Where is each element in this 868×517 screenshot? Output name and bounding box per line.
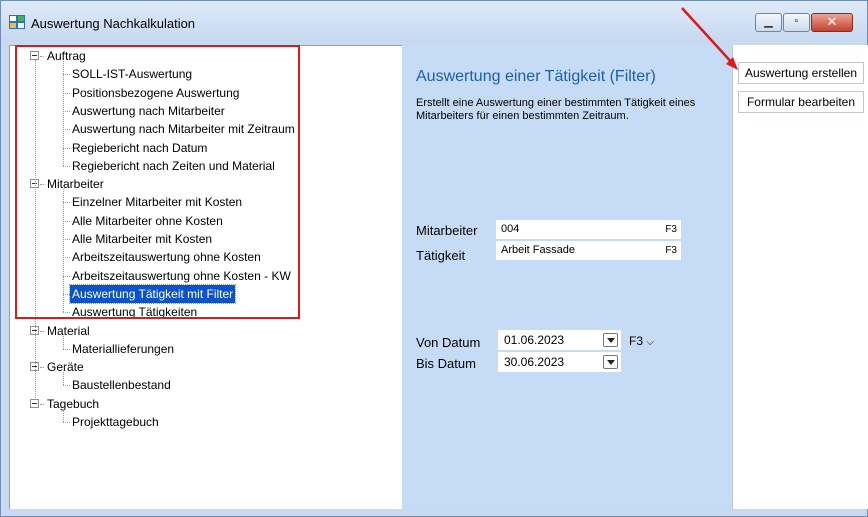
mitarbeiter-value: 004 bbox=[501, 223, 520, 235]
close-button[interactable]: ✕ bbox=[811, 13, 853, 32]
tree-node-label: Tagebuch bbox=[47, 396, 100, 411]
maximize-button[interactable]: ▫ bbox=[783, 13, 810, 32]
mitarbeiter-field[interactable]: 004 F3 bbox=[496, 220, 681, 239]
date-f3-button[interactable]: F3 ⌵ bbox=[629, 334, 654, 348]
bis-datum-value: 30.06.2023 bbox=[504, 355, 565, 369]
von-datum-dropdown-icon[interactable] bbox=[603, 333, 618, 347]
minimize-button[interactable]: ▁ bbox=[755, 13, 782, 32]
close-icon: ✕ bbox=[826, 14, 838, 29]
von-datum-value: 01.06.2023 bbox=[504, 333, 565, 347]
von-datum-picker[interactable]: 01.06.2023 bbox=[498, 330, 621, 350]
von-datum-label: Von Datum bbox=[416, 335, 481, 350]
auswertung-erstellen-button[interactable]: Auswertung erstellen bbox=[738, 62, 864, 84]
tree-node-label: Geräte bbox=[47, 360, 84, 375]
formular-bearbeiten-button[interactable]: Formular bearbeiten bbox=[738, 91, 864, 113]
tree-node[interactable]: Tagebuch bbox=[10, 395, 400, 413]
collapse-icon[interactable] bbox=[30, 398, 39, 408]
panel-heading: Auswertung einer Tätigkeit (Filter) bbox=[416, 68, 656, 85]
tree-item[interactable]: Materiallieferungen bbox=[10, 340, 400, 358]
tree-item-label: Baustellenbestand bbox=[72, 378, 171, 393]
date-f3-label: F3 bbox=[629, 334, 644, 348]
taetigkeit-value: Arbeit Fassade bbox=[501, 244, 575, 256]
tree-item-label: Materiallieferungen bbox=[72, 341, 175, 356]
chevron-down-icon: ⌵ bbox=[646, 337, 654, 348]
tree-node[interactable]: Geräte bbox=[10, 358, 400, 376]
tree-item[interactable]: Baustellenbestand bbox=[10, 376, 400, 394]
bis-datum-dropdown-icon[interactable] bbox=[603, 355, 618, 369]
minimize-icon: ▁ bbox=[764, 16, 773, 28]
taetigkeit-field[interactable]: Arbeit Fassade F3 bbox=[496, 241, 681, 260]
taetigkeit-label: Tätigkeit bbox=[416, 248, 466, 263]
app-window: Auswertung Nachkalkulation ▁ ▫ ✕ Auftrag… bbox=[0, 0, 868, 517]
mitarbeiter-label: Mitarbeiter bbox=[416, 223, 478, 238]
bis-datum-picker[interactable]: 30.06.2023 bbox=[498, 352, 621, 372]
tree-node[interactable]: Material bbox=[10, 322, 400, 340]
taetigkeit-f3-button[interactable]: F3 bbox=[665, 245, 677, 256]
tree-node-label: Material bbox=[47, 323, 90, 338]
tree-item[interactable]: Projekttagebuch bbox=[10, 413, 400, 431]
mitarbeiter-f3-button[interactable]: F3 bbox=[665, 224, 677, 235]
title-bar[interactable]: Auswertung Nachkalkulation ▁ ▫ ✕ bbox=[1, 1, 867, 41]
window-title: Auswertung Nachkalkulation bbox=[31, 16, 196, 31]
maximize-icon: ▫ bbox=[794, 15, 799, 27]
tree-item-label: Projekttagebuch bbox=[72, 415, 159, 429]
app-icon bbox=[9, 15, 25, 29]
panel-description: Erstellt eine Auswertung einer bestimmte… bbox=[416, 97, 696, 122]
action-sidebar: Auswertung erstellen Formular bearbeiten bbox=[732, 45, 868, 509]
bis-datum-label: Bis Datum bbox=[416, 356, 476, 371]
detail-panel: Auswertung einer Tätigkeit (Filter) Erst… bbox=[402, 45, 732, 509]
highlight-box bbox=[15, 45, 300, 319]
